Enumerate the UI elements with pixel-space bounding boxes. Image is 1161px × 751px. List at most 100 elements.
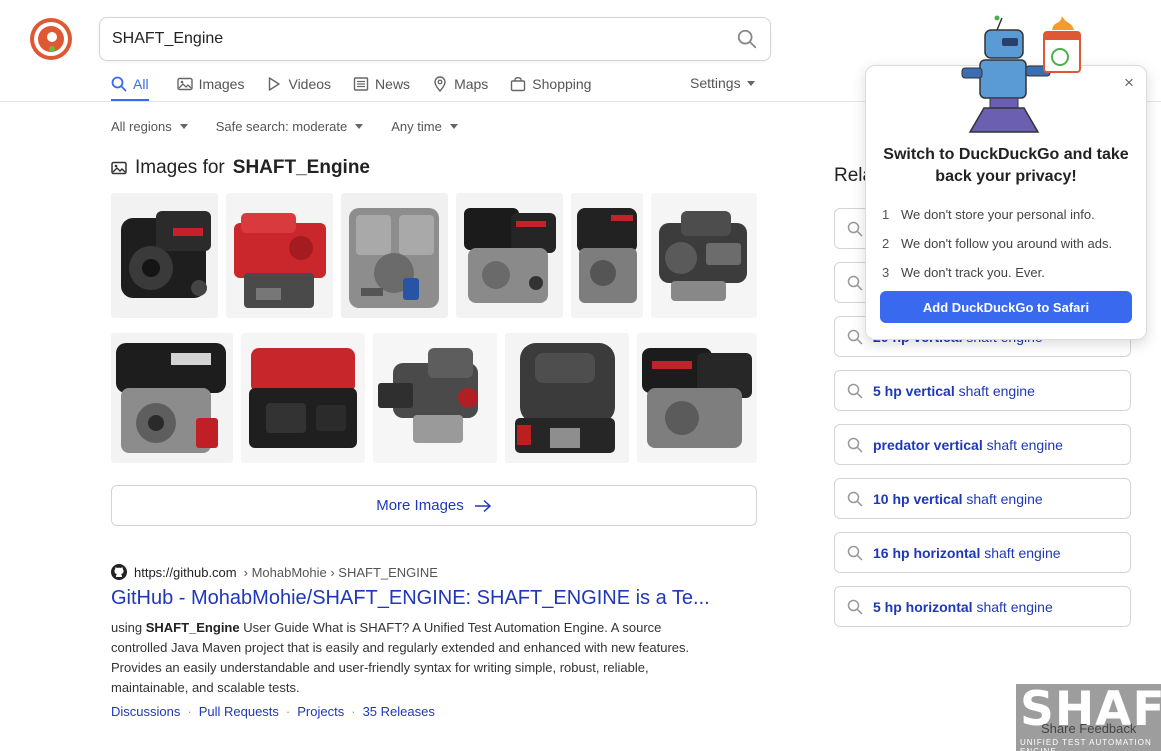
tab-maps-label: Maps <box>454 76 489 92</box>
safe-search-filter[interactable]: Safe search: moderate <box>216 119 364 134</box>
image-icon <box>111 161 127 175</box>
share-feedback-link[interactable]: Share Feedback <box>1041 721 1136 736</box>
related-search-text: 5 hp vertical shaft engine <box>873 383 1035 399</box>
separator-dot: · <box>285 704 291 719</box>
chevron-down-icon <box>179 124 188 129</box>
search-icon <box>847 275 863 291</box>
image-thumbnail[interactable] <box>241 333 365 463</box>
search-icon <box>847 545 863 561</box>
tab-news[interactable]: News <box>353 72 410 96</box>
result-sitelinks: Discussions · Pull Requests · Projects ·… <box>111 704 731 719</box>
search-result: https://github.com › MohabMohie › SHAFT_… <box>111 564 731 719</box>
popup-title: Switch to DuckDuckGo and take back your … <box>883 146 1129 185</box>
related-search-item[interactable]: 16 hp horizontal shaft engine <box>834 532 1131 573</box>
result-path: › MohabMohie › SHAFT_ENGINE <box>243 564 438 580</box>
arrow-right-icon <box>474 499 491 512</box>
sitelink-projects[interactable]: Projects <box>297 704 344 719</box>
images-module-heading[interactable]: Images for SHAFT_Engine <box>111 157 370 179</box>
tab-videos[interactable]: Videos <box>266 72 331 96</box>
chevron-down-icon <box>746 80 755 86</box>
tab-maps[interactable]: Maps <box>432 72 488 96</box>
search-tabs: All Images Videos News Maps Shopping <box>111 72 613 102</box>
benefit-text: We don't follow you around with ads. <box>901 236 1113 251</box>
shopping-bag-icon <box>511 77 526 92</box>
separator-dot: · <box>187 704 192 719</box>
image-thumbnail[interactable] <box>341 193 448 318</box>
add-to-safari-button[interactable]: Add DuckDuckGo to Safari <box>880 291 1132 323</box>
search-icon <box>847 383 863 399</box>
map-pin-icon <box>434 76 446 92</box>
search-input[interactable] <box>112 30 736 48</box>
related-rest: shaft engine <box>966 490 1043 507</box>
related-search-item[interactable]: predator vertical shaft engine <box>834 424 1131 465</box>
result-title-link[interactable]: GitHub - MohabMohie/SHAFT_ENGINE: SHAFT_… <box>111 587 731 610</box>
time-filter[interactable]: Any time <box>391 119 458 134</box>
sitelink-discussions[interactable]: Discussions <box>111 704 180 719</box>
images-heading-prefix: Images for <box>135 157 225 178</box>
related-search-text: 16 hp horizontal shaft engine <box>873 545 1061 561</box>
close-icon[interactable]: × <box>1124 74 1134 91</box>
related-search-item[interactable]: 10 hp vertical shaft engine <box>834 478 1131 519</box>
benefit-text: We don't store your personal info. <box>901 207 1095 222</box>
separator-dot: · <box>351 704 356 719</box>
region-filter-label: All regions <box>111 119 172 134</box>
image-thumbnail[interactable] <box>456 193 563 318</box>
time-filter-label: Any time <box>391 119 442 134</box>
search-box[interactable] <box>99 17 771 61</box>
search-icon <box>847 221 863 237</box>
image-thumbnail[interactable] <box>637 333 757 463</box>
settings-label: Settings <box>690 75 741 91</box>
search-icon <box>847 491 863 507</box>
related-rest: shaft engine <box>976 598 1053 615</box>
tab-news-label: News <box>375 76 411 92</box>
tab-all-label: All <box>133 76 149 92</box>
more-images-button[interactable]: More Images <box>111 485 757 526</box>
sitelink-releases[interactable]: 35 Releases <box>363 704 435 719</box>
image-thumbnail[interactable] <box>373 333 497 463</box>
benefit-number: 2 <box>882 236 890 251</box>
popup-benefits-list: 1 We don't store your personal info. 2 W… <box>880 200 1132 287</box>
settings-menu[interactable]: Settings <box>690 75 755 91</box>
chevron-down-icon <box>449 124 458 129</box>
search-icon <box>847 329 863 345</box>
watermark-small-text: UNIFIED TEST AUTOMATION ENGINE <box>1020 738 1152 751</box>
image-thumbnail[interactable] <box>226 193 333 318</box>
related-search-text: 10 hp vertical shaft engine <box>873 491 1043 507</box>
github-icon <box>111 564 127 580</box>
image-thumbnail[interactable] <box>111 193 218 318</box>
related-bold: 5 hp vertical <box>873 382 955 399</box>
news-icon <box>353 77 369 91</box>
benefit-number: 3 <box>882 265 890 280</box>
image-thumbnail[interactable] <box>505 333 629 463</box>
search-icon <box>111 76 127 92</box>
related-search-item[interactable]: 5 hp vertical shaft engine <box>834 370 1131 411</box>
benefit-item: 1 We don't store your personal info. <box>880 200 1132 229</box>
tab-images[interactable]: Images <box>176 72 244 96</box>
related-search-text: 5 hp horizontal shaft engine <box>873 599 1053 615</box>
related-rest: shaft engine <box>958 382 1035 399</box>
robot-illustration-icon <box>961 15 1081 133</box>
image-thumbnail[interactable] <box>571 193 643 318</box>
related-bold: 10 hp vertical <box>873 490 963 507</box>
shaft-watermark-logo: SHAFT UNIFIED TEST AUTOMATION ENGINE <box>1016 684 1161 751</box>
tab-shopping[interactable]: Shopping <box>510 72 591 96</box>
more-images-label: More Images <box>376 497 464 514</box>
related-search-item[interactable]: 5 hp horizontal shaft engine <box>834 586 1131 627</box>
result-url[interactable]: https://github.com › MohabMohie › SHAFT_… <box>111 564 731 580</box>
benefit-item: 2 We don't follow you around with ads. <box>880 229 1132 258</box>
image-thumbnail[interactable] <box>651 193 757 318</box>
region-filter[interactable]: All regions <box>111 119 188 134</box>
snippet-lead: using <box>111 620 143 635</box>
tab-videos-label: Videos <box>288 76 332 92</box>
safe-search-label: Safe search: moderate <box>215 119 348 134</box>
benefit-text: We don't track you. Ever. <box>901 265 1045 280</box>
related-bold: predator vertical <box>873 436 983 453</box>
related-rest: shaft engine <box>984 544 1061 561</box>
related-rest: shaft engine <box>986 436 1063 453</box>
search-icon[interactable] <box>736 28 758 50</box>
sitelink-pull-requests[interactable]: Pull Requests <box>199 704 279 719</box>
duckduckgo-logo[interactable] <box>30 18 72 60</box>
tab-shopping-label: Shopping <box>532 76 592 92</box>
image-thumbnail[interactable] <box>111 333 233 463</box>
tab-all[interactable]: All <box>111 72 155 96</box>
